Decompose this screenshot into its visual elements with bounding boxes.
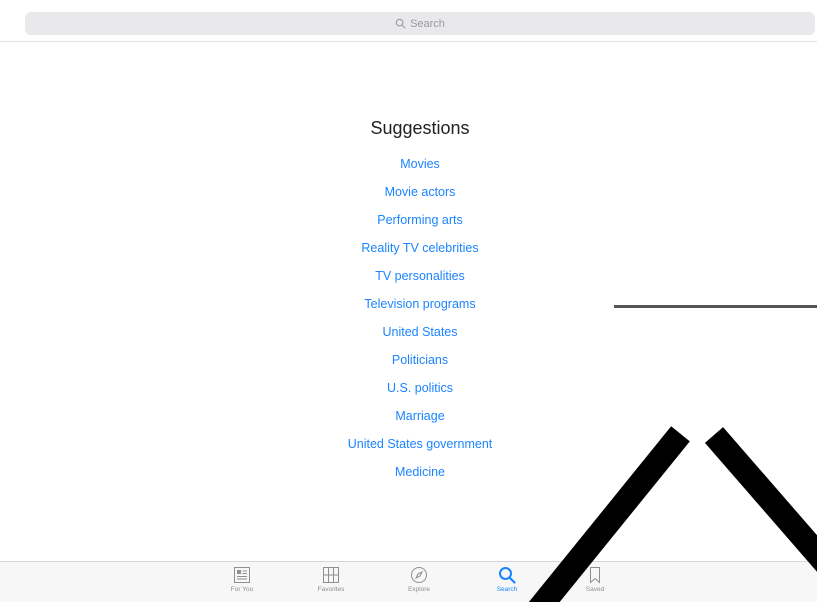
- search-bar: Search: [0, 0, 817, 42]
- suggestion-item[interactable]: Marriage: [0, 406, 817, 434]
- for-you-icon: [234, 567, 250, 583]
- suggestion-item[interactable]: United States government: [0, 434, 817, 462]
- search-field[interactable]: Search: [25, 12, 815, 35]
- tab-explore[interactable]: Explore: [387, 566, 451, 602]
- suggestion-item[interactable]: Movie actors: [0, 182, 817, 210]
- tab-label: For You: [230, 586, 254, 593]
- tab-bar: For You Favorites Explore Search Saved: [0, 561, 817, 602]
- tab-label: Saved: [585, 586, 605, 593]
- suggestion-item[interactable]: Performing arts: [0, 210, 817, 238]
- search-placeholder: Search: [410, 17, 445, 30]
- search-icon: [499, 567, 516, 584]
- suggestion-item[interactable]: Medicine: [0, 462, 817, 490]
- slide-over-divider[interactable]: [614, 305, 817, 308]
- tab-label: Search: [496, 586, 518, 593]
- tab-favorites[interactable]: Favorites: [299, 566, 363, 602]
- bookmark-icon: [590, 567, 600, 584]
- tab-search[interactable]: Search: [475, 566, 539, 602]
- suggestion-item[interactable]: U.S. politics: [0, 378, 817, 406]
- tab-label: Favorites: [317, 586, 345, 593]
- suggestion-item[interactable]: Movies: [0, 154, 817, 182]
- tab-for-you[interactable]: For You: [210, 566, 274, 602]
- suggestion-item[interactable]: TV personalities: [0, 266, 817, 294]
- suggestion-item[interactable]: Reality TV celebrities: [0, 238, 817, 266]
- tab-label: Explore: [407, 586, 431, 593]
- suggestion-item[interactable]: Television programs: [0, 294, 817, 322]
- suggestion-item[interactable]: Politicians: [0, 350, 817, 378]
- favorites-grid-icon: [323, 567, 339, 583]
- compass-icon: [411, 567, 427, 583]
- suggestion-item[interactable]: United States: [0, 322, 817, 350]
- magnifier-icon: [395, 18, 406, 29]
- suggestion-list: Movies Movie actors Performing arts Real…: [0, 154, 817, 490]
- suggestions-title: Suggestions: [370, 118, 470, 138]
